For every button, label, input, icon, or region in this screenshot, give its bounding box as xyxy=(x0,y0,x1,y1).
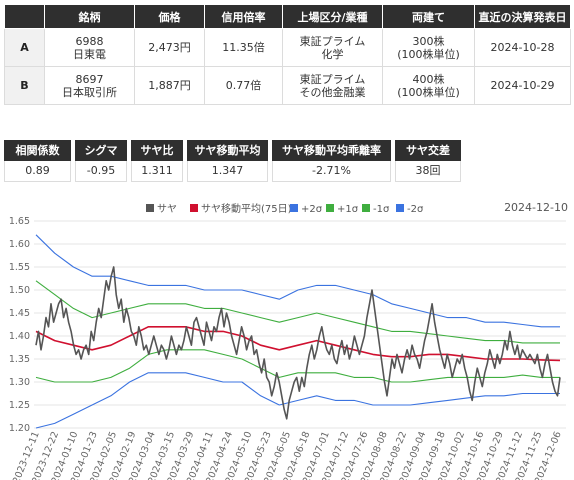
header-price: 価格 xyxy=(134,4,205,29)
y-tick-label: 1.60 xyxy=(9,239,30,250)
y-tick-label: 1.20 xyxy=(9,423,30,434)
stat-value: 0.89 xyxy=(4,161,71,182)
legend-swatch xyxy=(396,204,404,212)
chart-date-label: 2024-12-10 xyxy=(504,201,568,214)
earnings-date-cell: 2024-10-29 xyxy=(474,66,571,105)
stat-ma-deviation: サヤ移動平均乖離率 -2.71% xyxy=(272,140,391,184)
stat-label: サヤ移動平均乖離率 xyxy=(272,140,391,161)
y-tick-label: 1.25 xyxy=(9,400,30,411)
legend-swatch xyxy=(146,204,154,212)
market-name: 東証プライム xyxy=(299,34,366,48)
stat-cross-count: サヤ交差 38回 xyxy=(395,140,461,184)
pair-table: 銘柄 価格 信用倍率 上場区分/業種 両建て 直近の決算発表日 A 6988 日… xyxy=(4,4,571,105)
spread-chart: サヤ サヤ移動平均(75日) +2σ +1σ -1σ -2σ 2024-12-10 1.2… xyxy=(9,201,568,480)
header-margin-ratio: 信用倍率 xyxy=(204,4,283,29)
legend-swatch xyxy=(290,204,298,212)
chart-legend: サヤ サヤ移動平均(75日) +2σ +1σ -1σ -2σ xyxy=(146,202,424,215)
header-stock: 銘柄 xyxy=(44,4,135,29)
price-cell: 2,473円 xyxy=(134,28,205,67)
market-cell: 東証プライム 化学 xyxy=(282,28,383,67)
stock-name: 日本取引所 xyxy=(62,85,117,99)
header-position: 両建て xyxy=(382,4,475,29)
legend-swatch xyxy=(326,204,334,212)
stat-spread-ma: サヤ移動平均 1.347 xyxy=(187,140,268,184)
position-shares: 300株 xyxy=(412,34,445,48)
chart-series xyxy=(35,234,561,429)
legend-swatch xyxy=(362,204,370,212)
stock-cell[interactable]: 8697 日本取引所 xyxy=(44,66,135,105)
y-tick-label: 1.65 xyxy=(9,216,30,227)
table-header-row: 銘柄 価格 信用倍率 上場区分/業種 両建て 直近の決算発表日 xyxy=(4,4,571,29)
position-unit: (100株単位) xyxy=(397,47,460,61)
header-blank xyxy=(4,4,45,29)
legend-swatch xyxy=(190,204,198,212)
y-tick-label: 1.40 xyxy=(9,331,30,342)
table-row: B 8697 日本取引所 1,887円 0.77倍 東証プライム その他金融業 … xyxy=(4,66,571,105)
y-tick-label: 1.45 xyxy=(9,308,30,319)
y-axis: 1.20 1.25 1.30 1.35 1.40 1.45 1.50 1.55 1.60 1.65 xyxy=(9,216,30,434)
legend-label[interactable]: -2σ xyxy=(407,204,424,215)
legend-label[interactable]: サヤ移動平均(75日) xyxy=(201,202,292,215)
series-line-4 xyxy=(35,349,560,383)
price-cell: 1,887円 xyxy=(134,66,205,105)
sector-name: その他金融業 xyxy=(299,85,366,99)
market-name: 東証プライム xyxy=(299,72,366,86)
stat-label: サヤ交差 xyxy=(395,140,461,161)
stock-code: 8697 xyxy=(75,72,104,86)
position-shares: 400株 xyxy=(412,72,445,86)
earnings-date-cell: 2024-10-28 xyxy=(474,28,571,67)
stat-value: 1.311 xyxy=(131,161,183,182)
position-cell: 400株 (100株単位) xyxy=(382,66,475,105)
row-label: A xyxy=(4,28,45,67)
chart-grid xyxy=(34,220,566,429)
stat-value: -0.95 xyxy=(75,161,127,182)
stock-cell[interactable]: 6988 日東電 xyxy=(44,28,135,67)
y-tick-label: 1.30 xyxy=(9,377,30,388)
sector-name: 化学 xyxy=(321,47,344,61)
legend-label[interactable]: サヤ xyxy=(157,203,177,215)
stock-code: 6988 xyxy=(75,34,104,48)
position-unit: (100株単位) xyxy=(397,85,460,99)
legend-label[interactable]: +1σ xyxy=(337,204,359,215)
y-tick-label: 1.35 xyxy=(9,354,30,365)
y-tick-label: 1.55 xyxy=(9,262,30,273)
stat-correlation: 相関係数 0.89 xyxy=(4,140,71,184)
stat-label: サヤ比 xyxy=(131,140,183,161)
y-tick-label: 1.50 xyxy=(9,285,30,296)
stock-name: 日東電 xyxy=(73,47,106,61)
header-earnings: 直近の決算発表日 xyxy=(474,4,571,29)
stat-label: シグマ xyxy=(75,140,127,161)
stat-value: 38回 xyxy=(395,161,461,182)
row-label: B xyxy=(4,66,45,105)
market-cell: 東証プライム その他金融業 xyxy=(282,66,383,105)
stat-spread-ratio: サヤ比 1.311 xyxy=(131,140,183,184)
margin-ratio-cell: 11.35倍 xyxy=(204,28,283,67)
stat-value: -2.71% xyxy=(272,161,391,182)
position-cell: 300株 (100株単位) xyxy=(382,28,475,67)
series-line-1 xyxy=(35,326,561,362)
x-axis: 2023-12-112023-12-222024-01-102024-01-23… xyxy=(11,430,564,480)
legend-label[interactable]: -1σ xyxy=(373,204,390,215)
stat-label: サヤ移動平均 xyxy=(187,140,268,161)
table-row: A 6988 日東電 2,473円 11.35倍 東証プライム 化学 300株 … xyxy=(4,28,571,67)
stat-value: 1.347 xyxy=(187,161,268,182)
margin-ratio-cell: 0.77倍 xyxy=(204,66,283,105)
legend-label[interactable]: +2σ xyxy=(301,204,323,215)
stat-label: 相関係数 xyxy=(4,140,71,161)
stat-sigma: シグマ -0.95 xyxy=(75,140,127,184)
header-market: 上場区分/業種 xyxy=(282,4,383,29)
